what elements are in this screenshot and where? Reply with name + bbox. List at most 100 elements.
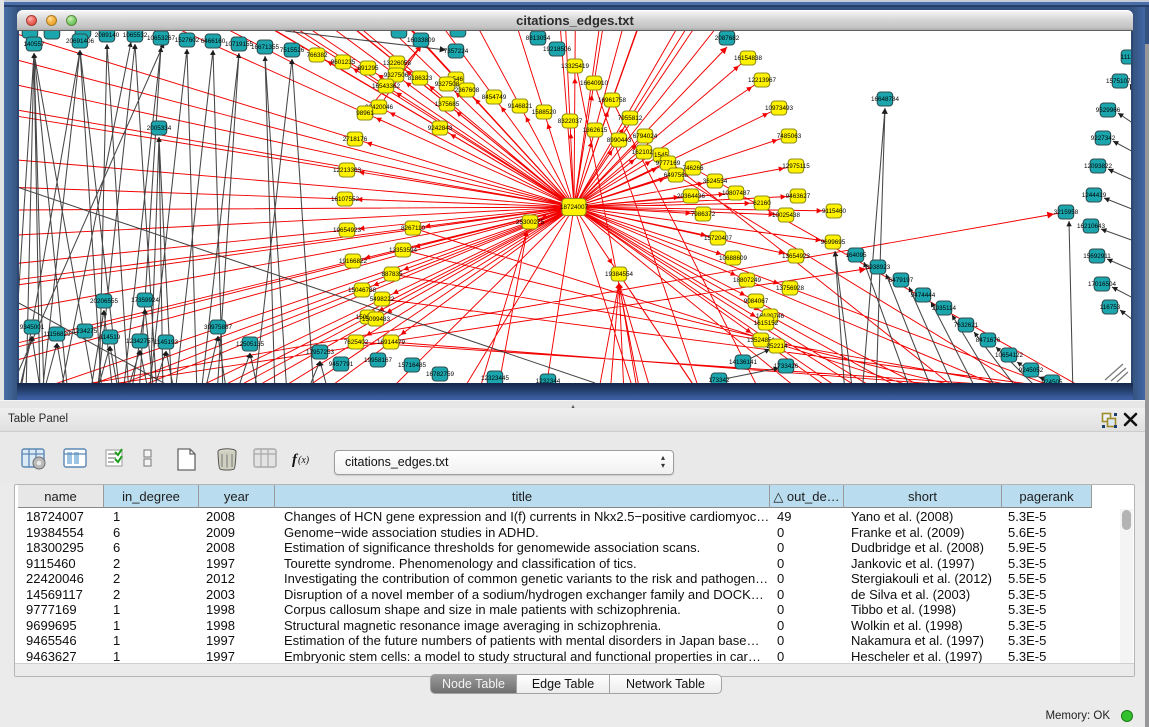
- svg-text:8813054: 8813054: [526, 35, 551, 42]
- svg-text:11156829: 11156829: [43, 331, 71, 338]
- svg-text:15099483: 15099483: [362, 316, 391, 323]
- svg-text:891295: 891295: [357, 65, 379, 72]
- svg-text:8471676: 8471676: [976, 337, 1001, 344]
- svg-text:13226058: 13226058: [383, 60, 412, 67]
- svg-text:7632621: 7632621: [954, 322, 979, 329]
- svg-text:252214: 252214: [766, 343, 788, 350]
- svg-text:16914479: 16914479: [377, 339, 406, 346]
- svg-text:16782759: 16782759: [426, 371, 455, 378]
- svg-text:13654923: 13654923: [782, 253, 811, 260]
- svg-text:1234275: 1234275: [73, 328, 98, 335]
- svg-text:2718176: 2718176: [343, 136, 368, 143]
- svg-text:16961758: 16961758: [598, 97, 627, 104]
- svg-text:8267110: 8267110: [401, 225, 426, 232]
- svg-text:1145193: 1145193: [154, 339, 179, 346]
- svg-text:2935114: 2935114: [932, 305, 957, 312]
- svg-text:39975887: 39975887: [204, 324, 233, 331]
- svg-text:2089140: 2089140: [95, 32, 120, 39]
- svg-text:7515526: 7515526: [280, 47, 305, 54]
- svg-text:9146821: 9146821: [508, 103, 533, 110]
- svg-text:1527602: 1527602: [175, 37, 200, 44]
- svg-text:18807249: 18807249: [733, 277, 762, 284]
- svg-text:16543362: 16543362: [372, 83, 401, 90]
- svg-text:114519: 114519: [100, 334, 121, 341]
- svg-text:8454749: 8454749: [482, 94, 507, 101]
- svg-text:12975115: 12975115: [782, 163, 810, 170]
- svg-text:9777169: 9777169: [656, 160, 681, 167]
- svg-text:6794024: 6794024: [633, 133, 658, 140]
- svg-text:746266: 746266: [682, 165, 704, 172]
- svg-text:17016504: 17016504: [1088, 281, 1117, 288]
- svg-text:9242843: 9242843: [428, 125, 453, 132]
- svg-text:13353594: 13353594: [389, 247, 418, 254]
- svg-text:9245052: 9245052: [1019, 367, 1044, 374]
- svg-text:10025438: 10025438: [772, 212, 801, 219]
- svg-text:10653267: 10653267: [147, 35, 176, 42]
- svg-text:7986372: 7986372: [691, 211, 716, 218]
- svg-text:16107552: 16107552: [331, 196, 360, 203]
- svg-text:20691406: 20691406: [66, 38, 95, 45]
- svg-text:2087682: 2087682: [715, 35, 740, 42]
- svg-text:116753: 116753: [1100, 304, 1121, 311]
- svg-text:766382: 766382: [306, 52, 328, 59]
- svg-text:2367608: 2367608: [455, 87, 480, 94]
- svg-text:16210643: 16210643: [1077, 223, 1106, 230]
- svg-text:15716485: 15716485: [398, 362, 427, 369]
- svg-text:9457791: 9457791: [329, 361, 354, 368]
- svg-text:13325419: 13325419: [561, 63, 590, 70]
- svg-text:20206555: 20206555: [90, 298, 119, 305]
- svg-text:10719155: 10719155: [225, 41, 254, 48]
- svg-text:16033809: 16033809: [407, 37, 436, 44]
- svg-text:14136141: 14136141: [729, 359, 758, 366]
- svg-text:12505135: 12505135: [236, 341, 265, 348]
- svg-text:1733426: 1733426: [774, 363, 799, 370]
- svg-text:16640910: 16640910: [580, 80, 609, 87]
- svg-text:16154838: 16154838: [734, 55, 763, 62]
- svg-text:10973493: 10973493: [765, 105, 794, 112]
- svg-text:(x): (x): [298, 455, 310, 466]
- svg-text:5498222: 5498222: [370, 296, 395, 303]
- svg-text:12213967: 12213967: [748, 77, 777, 84]
- svg-text:9115460: 9115460: [822, 208, 847, 215]
- svg-text:6479197: 6479197: [889, 277, 914, 284]
- svg-text:9327506: 9327506: [384, 72, 409, 79]
- svg-text:15692911: 15692911: [1083, 253, 1111, 260]
- svg-text:7485063: 7485063: [777, 133, 802, 140]
- svg-text:1362615: 1362615: [583, 127, 608, 134]
- svg-text:12213363: 12213363: [333, 167, 362, 174]
- svg-text:9529966: 9529966: [1096, 107, 1121, 114]
- svg-text:9474444: 9474444: [911, 292, 936, 299]
- svg-text:164095: 164095: [845, 252, 867, 259]
- svg-text:10807487: 10807487: [722, 190, 751, 197]
- svg-text:8938923: 8938923: [866, 264, 891, 271]
- svg-text:19654923: 19654923: [333, 227, 362, 234]
- svg-text:16671355: 16671355: [251, 44, 280, 51]
- svg-text:2005334: 2005334: [147, 125, 172, 132]
- svg-text:62160: 62160: [753, 200, 771, 207]
- svg-text:8322037: 8322037: [558, 118, 583, 125]
- svg-text:1375685: 1375685: [435, 101, 460, 108]
- svg-text:12323445: 12323445: [481, 375, 510, 382]
- svg-text:9601235: 9601235: [331, 59, 356, 66]
- svg-text:16648784: 16648784: [871, 96, 900, 103]
- svg-text:7955812: 7955812: [618, 115, 643, 122]
- svg-text:12342757: 12342757: [126, 338, 155, 345]
- svg-text:15751074: 15751074: [1106, 78, 1133, 85]
- svg-text:9463627: 9463627: [786, 193, 811, 200]
- svg-text:25300275: 25300275: [516, 219, 545, 226]
- svg-text:8186323: 8186323: [408, 75, 433, 82]
- svg-text:1244419: 1244419: [1082, 192, 1107, 199]
- svg-text:9227342: 9227342: [1091, 135, 1116, 142]
- svg-text:9345001: 9345001: [20, 324, 45, 331]
- svg-text:1065532: 1065532: [123, 32, 148, 39]
- svg-text:19218506: 19218506: [543, 46, 572, 53]
- svg-text:13756928: 13756928: [776, 285, 805, 292]
- svg-text:15046788: 15046788: [348, 287, 377, 294]
- svg-text:3215958: 3215958: [1054, 209, 1079, 216]
- svg-text:19166822: 19166822: [339, 258, 368, 265]
- svg-text:19384554: 19384554: [605, 271, 634, 278]
- svg-text:17359924: 17359924: [131, 297, 160, 304]
- svg-text:7625402: 7625402: [344, 339, 369, 346]
- svg-text:8990443: 8990443: [607, 137, 632, 144]
- svg-text:9699695: 9699695: [821, 239, 846, 246]
